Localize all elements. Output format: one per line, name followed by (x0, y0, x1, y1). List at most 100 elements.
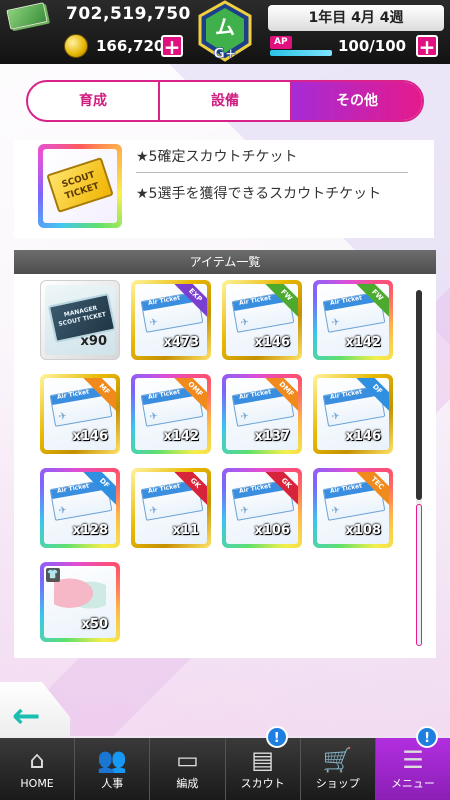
item-slot[interactable]: Air Ticket ✈ FW x146 (222, 280, 302, 360)
scrollbar-thumb[interactable] (416, 290, 422, 500)
cart-icon: 🛒 (322, 746, 353, 774)
airplane-icon: ✈ (57, 410, 68, 423)
item-slot[interactable]: Air Ticket ✈ GK x11 (131, 468, 211, 548)
week-display: 1年目 4月 4週 (268, 5, 444, 31)
nav-cart[interactable]: 🛒 ショップ (301, 738, 376, 800)
scrollbar[interactable] (416, 290, 422, 646)
air-ticket-label: Air Ticket (147, 482, 181, 495)
item-description: ★5選手を獲得できるスカウトチケット (136, 186, 382, 202)
coin-icon (64, 34, 88, 58)
nav-menu[interactable]: ☰ メニュー! (375, 726, 450, 800)
airplane-icon: ✈ (330, 504, 341, 517)
air-ticket-label: Air Ticket (147, 294, 181, 307)
item-slot[interactable]: MANAGER SCOUT TICKET x90 (40, 280, 120, 360)
item-count: x146 (72, 429, 108, 444)
item-image: Air Ticket ✈ DMF x137 (226, 378, 298, 450)
tab-facilities[interactable]: 設備 (160, 82, 292, 120)
nav-people[interactable]: 👥 人事 (75, 738, 151, 800)
nav-label: 編成 (176, 777, 199, 790)
item-image: 👕 x50 (44, 566, 116, 638)
air-ticket-label: Air Ticket (238, 388, 272, 401)
nav-home[interactable]: ⌂ HOME (0, 738, 76, 800)
ap-value: 100/100 (338, 37, 407, 55)
item-slot[interactable]: Air Ticket ✈ MF x146 (40, 374, 120, 454)
item-image: Air Ticket ✈ DF x146 (317, 378, 389, 450)
item-count: x50 (81, 617, 108, 632)
back-arrow-icon: ← (12, 696, 41, 736)
add-ap-button[interactable]: + (416, 35, 438, 57)
selected-item-image: SCOUT TICKET (38, 144, 122, 228)
coin-amount: 166,720 (96, 37, 165, 55)
nav-label: メニュー (390, 777, 435, 790)
airplane-icon: ✈ (330, 410, 341, 423)
item-image: Air Ticket ✈ GK x11 (135, 472, 207, 544)
item-slot[interactable]: Air Ticket ✈ EXP x473 (131, 280, 211, 360)
item-list-header: アイテム一覧 (14, 250, 436, 274)
item-count: x137 (254, 429, 290, 444)
menu-icon: ☰ (402, 746, 424, 774)
airplane-icon: ✈ (239, 316, 250, 329)
tab-training[interactable]: 育成 (28, 82, 160, 120)
scout-icon: ▤ (251, 746, 274, 774)
item-count: x473 (163, 335, 199, 350)
status-bar: 702,519,750 166,720 + ム G+ 1年目 4月 4週 AP … (0, 0, 450, 64)
item-count: x108 (345, 523, 381, 538)
item-image: Air Ticket ✈ DF x128 (44, 472, 116, 544)
item-image: Air Ticket ✈ MF x146 (44, 378, 116, 450)
item-slot[interactable]: Air Ticket ✈ DF x146 (313, 374, 393, 454)
item-detail-card: SCOUT TICKET ★5確定スカウトチケット ★5選手を獲得できるスカウト… (14, 140, 434, 238)
item-slot[interactable]: 👕 x50 (40, 562, 120, 642)
airplane-icon: ✈ (57, 504, 68, 517)
svg-text:ム: ム (215, 15, 235, 39)
air-ticket-label: Air Ticket (238, 294, 272, 307)
item-title: ★5確定スカウトチケット (136, 149, 298, 165)
item-count: x11 (172, 523, 199, 538)
outfit-badge-icon: 👕 (46, 568, 60, 582)
item-image: Air Ticket ✈ TEC x108 (317, 472, 389, 544)
air-ticket-label: Air Ticket (56, 388, 90, 401)
item-image: Air Ticket ✈ GK x106 (226, 472, 298, 544)
airplane-icon: ✈ (330, 316, 341, 329)
item-grid: MANAGER SCOUT TICKET x90 Air Ticket ✈ EXP x47… (40, 280, 400, 642)
pitch-icon: ▭ (176, 746, 199, 774)
notification-badge: ! (265, 726, 288, 748)
item-slot[interactable]: Air Ticket ✈ FW x142 (313, 280, 393, 360)
divider (136, 172, 408, 173)
item-count: x146 (254, 335, 290, 350)
item-slot[interactable]: Air Ticket ✈ DMF x137 (222, 374, 302, 454)
add-coins-button[interactable]: + (161, 35, 183, 57)
airplane-icon: ✈ (148, 504, 159, 517)
item-image: Air Ticket ✈ EXP x473 (135, 284, 207, 356)
ap-bar (270, 50, 332, 56)
airplane-icon: ✈ (148, 316, 159, 329)
air-ticket-label: Air Ticket (329, 482, 363, 495)
outfit-icon (54, 578, 106, 616)
item-slot[interactable]: Air Ticket ✈ DF x128 (40, 468, 120, 548)
air-ticket-label: Air Ticket (147, 388, 181, 401)
nav-label: HOME (20, 777, 54, 790)
people-icon: 👥 (97, 746, 128, 774)
air-ticket-label: Air Ticket (329, 388, 363, 401)
airplane-icon: ✈ (239, 410, 250, 423)
item-count: x128 (72, 523, 108, 538)
item-slot[interactable]: Air Ticket ✈ GK x106 (222, 468, 302, 548)
money-amount: 702,519,750 (66, 4, 191, 24)
nav-label: 人事 (101, 777, 124, 790)
nav-scout[interactable]: ▤ スカウト! (226, 726, 301, 800)
item-slot[interactable]: Air Ticket ✈ OMF x142 (131, 374, 211, 454)
grade-label: G+ (213, 46, 236, 62)
item-count: x146 (345, 429, 381, 444)
tab-other[interactable]: その他 (292, 82, 422, 120)
air-ticket-label: Air Ticket (238, 482, 272, 495)
item-count: x142 (345, 335, 381, 350)
nav-pitch[interactable]: ▭ 編成 (150, 738, 226, 800)
notification-badge: ! (416, 726, 439, 748)
scout-ticket-icon: SCOUT TICKET (46, 157, 114, 213)
money-icon (6, 2, 48, 30)
item-slot[interactable]: Air Ticket ✈ TEC x108 (313, 468, 393, 548)
air-ticket-label: Air Ticket (56, 482, 90, 495)
air-ticket-label: Air Ticket (329, 294, 363, 307)
item-count: x142 (163, 429, 199, 444)
item-image: MANAGER SCOUT TICKET x90 (45, 285, 115, 355)
bottom-navigation: ⌂ HOME 👥 人事 ▭ 編成 ▤ スカウト! 🛒 ショップ ☰ メニュー! (0, 726, 450, 800)
